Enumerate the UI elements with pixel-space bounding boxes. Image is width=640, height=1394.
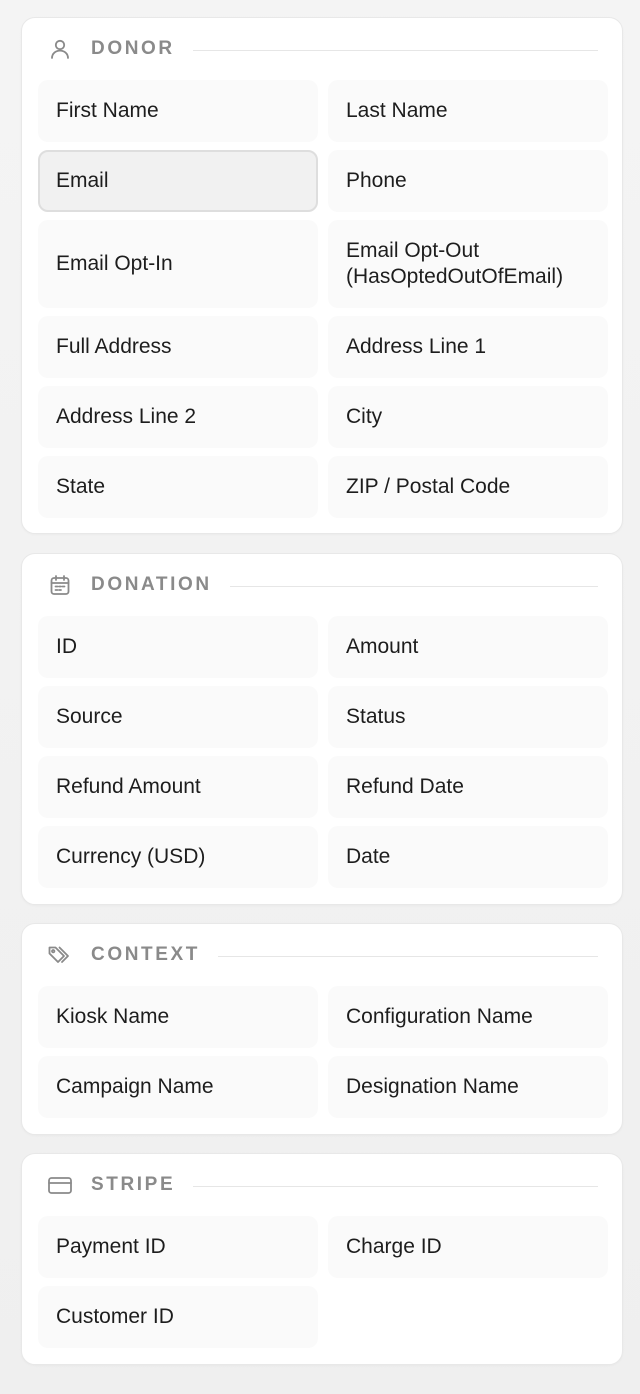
empty-grid-cell (328, 1286, 608, 1348)
field-charge-id[interactable]: Charge ID (328, 1216, 608, 1278)
field-full-address[interactable]: Full Address (38, 316, 318, 378)
field-label: Charge ID (346, 1235, 442, 1258)
field-zip[interactable]: ZIP / Postal Code (328, 456, 608, 518)
field-label: Phone (346, 169, 407, 192)
context-field-grid: Kiosk Name Configuration Name Campaign N… (38, 986, 608, 1118)
field-city[interactable]: City (328, 386, 608, 448)
section-divider (229, 585, 598, 587)
donation-field-grid: ID Amount Source Status Refund Amount Re… (38, 616, 608, 888)
donor-section: DONOR First Name Last Name Email Phone E… (21, 17, 623, 534)
field-customer-id[interactable]: Customer ID (38, 1286, 318, 1348)
field-source[interactable]: Source (38, 686, 318, 748)
field-kiosk-name[interactable]: Kiosk Name (38, 986, 318, 1048)
field-label: Refund Amount (56, 775, 201, 798)
field-first-name[interactable]: First Name (38, 80, 318, 142)
field-email[interactable]: Email (38, 150, 318, 212)
field-label: Last Name (346, 99, 448, 122)
field-label: First Name (56, 99, 159, 122)
field-label: Email Opt-In (56, 252, 173, 275)
stripe-section-title: STRIPE (91, 1174, 176, 1195)
section-divider (193, 1185, 598, 1187)
tags-icon (47, 942, 73, 968)
field-amount[interactable]: Amount (328, 616, 608, 678)
field-label: Customer ID (56, 1305, 174, 1328)
field-address-line-1[interactable]: Address Line 1 (328, 316, 608, 378)
field-date[interactable]: Date (328, 826, 608, 888)
donor-field-grid: First Name Last Name Email Phone Email O… (38, 80, 608, 518)
field-phone[interactable]: Phone (328, 150, 608, 212)
context-section: CONTEXT Kiosk Name Configuration Name Ca… (21, 923, 623, 1135)
section-divider (217, 955, 598, 957)
context-section-header: CONTEXT (47, 942, 598, 968)
field-last-name[interactable]: Last Name (328, 80, 608, 142)
field-currency[interactable]: Currency (USD) (38, 826, 318, 888)
field-email-opt-in[interactable]: Email Opt-In (38, 220, 318, 308)
stripe-field-grid: Payment ID Charge ID Customer ID (38, 1216, 608, 1348)
field-label: ZIP / Postal Code (346, 475, 511, 498)
field-email-opt-out[interactable]: Email Opt-Out (HasOptedOutOfEmail) (328, 220, 608, 308)
field-label: Email (56, 169, 109, 192)
field-label: Kiosk Name (56, 1005, 170, 1028)
field-label: Designation Name (346, 1075, 519, 1098)
field-campaign-name[interactable]: Campaign Name (38, 1056, 318, 1118)
donation-section-title: DONATION (91, 574, 212, 595)
stripe-section: STRIPE Payment ID Charge ID Customer ID (21, 1153, 623, 1365)
field-label: Address Line 1 (346, 335, 487, 358)
field-label: Refund Date (346, 775, 464, 798)
section-divider (192, 49, 598, 51)
user-icon (47, 36, 73, 62)
field-designation-name[interactable]: Designation Name (328, 1056, 608, 1118)
donor-section-title: DONOR (91, 38, 175, 59)
field-label: Amount (346, 635, 419, 658)
field-refund-date[interactable]: Refund Date (328, 756, 608, 818)
stripe-section-header: STRIPE (47, 1172, 598, 1198)
donor-section-header: DONOR (47, 36, 598, 62)
field-status[interactable]: Status (328, 686, 608, 748)
field-label: Campaign Name (56, 1075, 214, 1098)
field-label: ID (56, 635, 77, 658)
field-label: Full Address (56, 335, 172, 358)
credit-card-icon (47, 1172, 73, 1198)
field-label: City (346, 405, 383, 428)
calendar-icon (47, 572, 73, 598)
field-label: Payment ID (56, 1235, 166, 1258)
field-id[interactable]: ID (38, 616, 318, 678)
field-label: Source (56, 705, 123, 728)
field-label: Configuration Name (346, 1005, 533, 1028)
field-configuration-name[interactable]: Configuration Name (328, 986, 608, 1048)
context-section-title: CONTEXT (91, 944, 200, 965)
field-label: Date (346, 845, 391, 868)
field-label: Currency (USD) (56, 845, 206, 868)
field-refund-amount[interactable]: Refund Amount (38, 756, 318, 818)
field-payment-id[interactable]: Payment ID (38, 1216, 318, 1278)
field-address-line-2[interactable]: Address Line 2 (38, 386, 318, 448)
field-picker-panel: DONOR First Name Last Name Email Phone E… (0, 0, 640, 1394)
field-label: State (56, 475, 106, 498)
field-label: Status (346, 705, 406, 728)
field-state[interactable]: State (38, 456, 318, 518)
donation-section-header: DONATION (47, 572, 598, 598)
field-label: Address Line 2 (56, 405, 197, 428)
donation-section: DONATION ID Amount Source Status Refund … (21, 553, 623, 905)
field-label: Email Opt-Out (HasOptedOutOfEmail) (346, 239, 564, 288)
